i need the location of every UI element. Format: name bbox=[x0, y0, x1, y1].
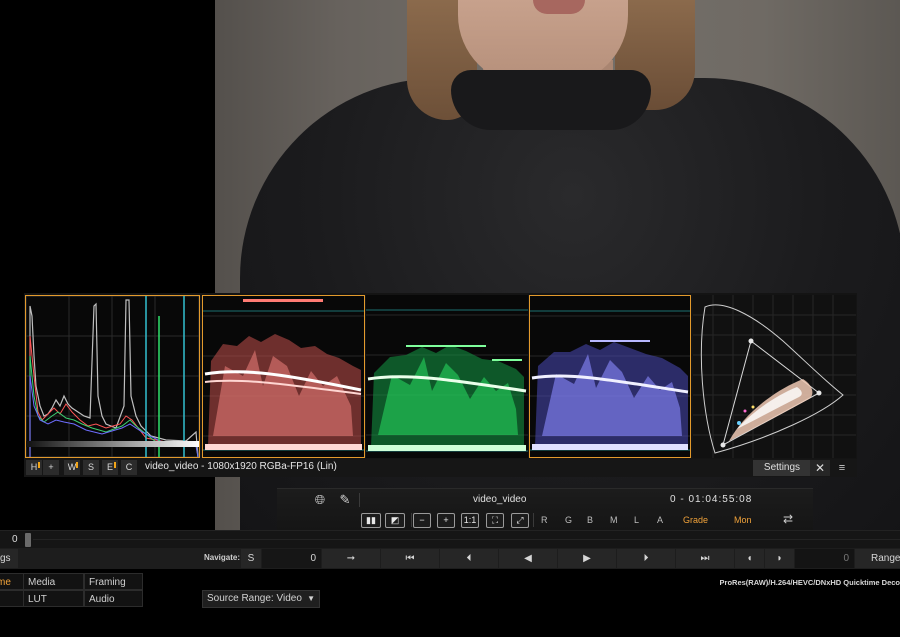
scopes-panel: H + W S E C video_video - 1080x1920 RGBa… bbox=[24, 293, 857, 477]
swap-view-icon[interactable]: ⇄ bbox=[780, 511, 796, 527]
scope-source-info: video_video - 1080x1920 RGBa-FP16 (Lin) bbox=[145, 461, 337, 472]
subject-collar bbox=[451, 70, 651, 130]
tab-left-blank[interactable] bbox=[0, 590, 24, 607]
grade-toggle[interactable]: Grade bbox=[683, 515, 708, 525]
playhead-handle[interactable] bbox=[25, 533, 31, 547]
clip-name: video_video bbox=[473, 494, 527, 505]
histogram-scope[interactable] bbox=[25, 295, 200, 458]
codec-support-label: ProRes(RAW)/H.264/HEVC/DNxHD Quicktime D… bbox=[719, 578, 900, 587]
histogram-mode-button[interactable]: H bbox=[26, 460, 42, 475]
waveform-mode-button[interactable]: W bbox=[64, 460, 80, 475]
channel-blue-button[interactable]: B bbox=[587, 515, 593, 525]
tab-media[interactable]: Media bbox=[23, 573, 84, 590]
go-to-end-icon[interactable]: ⏭ bbox=[676, 549, 734, 568]
tab-lut[interactable]: LUT bbox=[23, 590, 84, 607]
scope-c-label: C bbox=[125, 462, 133, 472]
timecode-display: 0 - 01:04:55:08 bbox=[670, 494, 753, 505]
close-icon[interactable]: ✕ bbox=[810, 460, 830, 476]
channel-red-button[interactable]: R bbox=[541, 515, 548, 525]
subject-lips bbox=[533, 0, 585, 14]
timeline-frame-number: 0 bbox=[12, 534, 18, 545]
wipe-view-icon[interactable]: ◩ bbox=[385, 513, 405, 528]
scope-e-button[interactable]: E bbox=[102, 460, 118, 475]
source-range-value: Source Range: Video bbox=[207, 593, 302, 604]
waveform-mode-label: W bbox=[67, 462, 77, 472]
frame-field[interactable]: 0 bbox=[795, 549, 854, 568]
blue-waveform-scope[interactable] bbox=[529, 295, 691, 458]
menu-icon[interactable]: ≡ bbox=[832, 460, 852, 476]
jump-icon[interactable]: ➞ bbox=[322, 549, 380, 568]
add-scope-label: + bbox=[48, 462, 54, 472]
monitor-toggle[interactable]: Mon bbox=[734, 515, 752, 525]
go-to-start-icon[interactable]: ⏮ bbox=[381, 549, 439, 568]
chevron-down-icon: ▼ bbox=[307, 594, 315, 603]
scope-e-label: E bbox=[106, 462, 113, 472]
add-scope-button[interactable]: + bbox=[43, 460, 59, 475]
navigate-label: Navigate: bbox=[204, 553, 241, 562]
timeline[interactable]: 0 bbox=[0, 530, 900, 548]
previous-frame-icon[interactable]: ⏴ bbox=[440, 549, 498, 568]
play-reverse-icon[interactable]: ◀ bbox=[499, 549, 557, 568]
viewer-toolbar: 🌐︎ ✎ video_video 0 - 01:04:55:08 ▮▮ ◩ − … bbox=[277, 488, 813, 530]
mark-out-icon[interactable]: ◗ bbox=[765, 549, 794, 568]
scope-s-label: S bbox=[87, 462, 94, 472]
navigation-bar: gs Navigate: S 0 ➞ ⏮ ⏴ ◀ ▶ ⏵ ⏭ ◖ ◗ 0 Ran… bbox=[0, 548, 900, 569]
settings-tab[interactable]: gs bbox=[0, 549, 18, 568]
channel-alpha-button[interactable]: A bbox=[657, 515, 663, 525]
tab-time[interactable]: me bbox=[0, 573, 24, 590]
scopes-toolbar: H + W S E C video_video - 1080x1920 RGBa… bbox=[24, 459, 857, 477]
navigate-field[interactable]: 0 bbox=[262, 549, 321, 568]
cie-chromaticity-scope[interactable] bbox=[693, 295, 856, 458]
range-button[interactable]: Range bbox=[855, 549, 900, 568]
channel-luma-button[interactable]: L bbox=[634, 515, 639, 525]
green-waveform-scope[interactable] bbox=[366, 295, 528, 458]
timeline-track[interactable] bbox=[33, 539, 900, 540]
zoom-in-button[interactable]: + bbox=[437, 513, 455, 528]
split-view-icon[interactable]: ▮▮ bbox=[361, 513, 381, 528]
tab-audio[interactable]: Audio bbox=[84, 590, 143, 607]
play-icon[interactable]: ▶ bbox=[558, 549, 616, 568]
scope-settings-button[interactable]: Settings bbox=[753, 460, 811, 476]
s-button[interactable]: S bbox=[241, 549, 261, 568]
next-frame-icon[interactable]: ⏵ bbox=[617, 549, 675, 568]
zoom-one-to-one-button[interactable]: 1:1 bbox=[461, 513, 479, 528]
histogram-mode-label: H bbox=[30, 462, 38, 472]
channel-green-button[interactable]: G bbox=[565, 515, 572, 525]
zoom-out-button[interactable]: − bbox=[413, 513, 431, 528]
globe-icon[interactable]: 🌐︎ bbox=[312, 492, 328, 508]
expand-button[interactable]: ⤢ bbox=[511, 513, 529, 528]
source-range-dropdown[interactable]: Source Range: Video ▼ bbox=[202, 590, 320, 608]
pencil-icon[interactable]: ✎ bbox=[337, 492, 353, 508]
scope-c-button[interactable]: C bbox=[121, 460, 137, 475]
mark-in-icon[interactable]: ◖ bbox=[735, 549, 764, 568]
bottom-panel: me Media Framing LUT Audio Source Range:… bbox=[0, 569, 900, 637]
fit-frame-button[interactable]: ⛶ bbox=[486, 513, 504, 528]
scope-s-button[interactable]: S bbox=[83, 460, 99, 475]
channel-matte-button[interactable]: M bbox=[610, 515, 618, 525]
tab-framing[interactable]: Framing bbox=[84, 573, 143, 590]
red-waveform-scope[interactable] bbox=[202, 295, 365, 458]
